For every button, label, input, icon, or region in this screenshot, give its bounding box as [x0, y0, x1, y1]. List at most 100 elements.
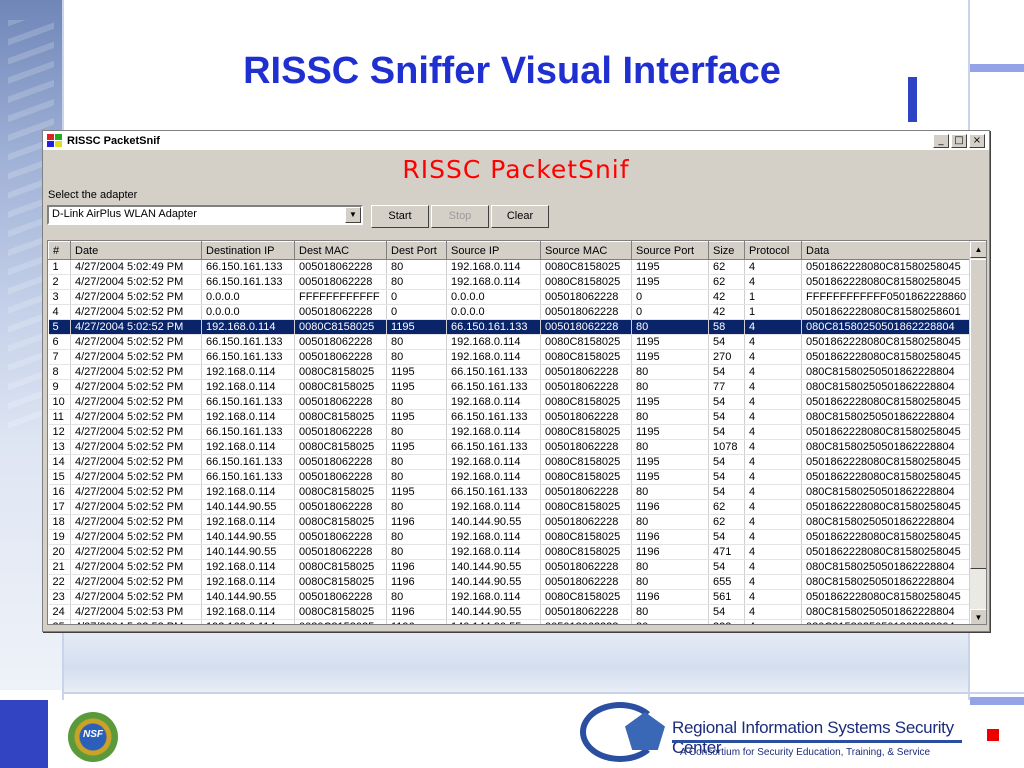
column-header[interactable]: Dest MAC: [294, 241, 387, 260]
table-cell: 1196: [631, 529, 709, 545]
table-cell: 005018062228: [294, 424, 387, 440]
stop-button[interactable]: Stop: [431, 205, 489, 228]
column-header[interactable]: Date: [70, 241, 202, 260]
table-row[interactable]: 10 4/27/2004 5:02:52 PM 66.150.161.133 0050…: [48, 394, 970, 410]
table-row[interactable]: 7 4/27/2004 5:02:52 PM 66.150.161.133 00501…: [48, 349, 970, 365]
nsf-logo: NSF: [68, 712, 118, 762]
table-row[interactable]: 16 4/27/2004 5:02:52 PM 192.168.0.114 0080C…: [48, 484, 970, 500]
table-cell: 0080C8158025: [294, 379, 387, 395]
table-cell: 192.168.0.114: [201, 619, 295, 624]
table-cell: 080C81580250501862228804: [801, 364, 970, 380]
table-cell: 80: [631, 619, 709, 624]
table-cell: 0501862228080C81580258045: [801, 334, 970, 350]
table-cell: 1196: [386, 604, 447, 620]
table-cell: 192.168.0.114: [201, 379, 295, 395]
table-row[interactable]: 23 4/27/2004 5:02:52 PM 140.144.90.55 00501…: [48, 589, 970, 605]
table-cell: 80: [386, 529, 447, 545]
slide-background-bottom: [62, 632, 970, 692]
table-row[interactable]: 15 4/27/2004 5:02:52 PM 66.150.161.133 0050…: [48, 469, 970, 485]
table-row[interactable]: 22 4/27/2004 5:02:52 PM 192.168.0.114 0080C…: [48, 574, 970, 590]
table-cell: 1195: [631, 349, 709, 365]
table-cell: 80: [631, 574, 709, 590]
table-cell: 66.150.161.133: [201, 424, 295, 440]
dropdown-arrow-icon[interactable]: ▼: [345, 207, 361, 223]
slide-accent-bar-bottom-right: [970, 697, 1024, 705]
scroll-thumb[interactable]: [970, 259, 986, 569]
scroll-up-icon[interactable]: ▲: [970, 241, 986, 258]
table-cell: 192.168.0.114: [201, 319, 295, 335]
clear-button[interactable]: Clear: [491, 205, 549, 228]
table-cell: 0080C8158025: [294, 484, 387, 500]
table-cell: 005018062228: [540, 604, 632, 620]
table-cell: 1195: [631, 394, 709, 410]
table-cell: 471: [708, 544, 745, 560]
column-header[interactable]: Dest Port: [386, 241, 447, 260]
column-header[interactable]: Protocol: [744, 241, 802, 260]
minimize-button[interactable]: _: [933, 133, 949, 148]
table-cell: 192.168.0.114: [201, 514, 295, 530]
table-cell: 4: [744, 379, 802, 395]
adapter-select[interactable]: D-Link AirPlus WLAN Adapter ▼: [47, 205, 363, 225]
slide-title: RISSC Sniffer Visual Interface: [243, 50, 781, 92]
column-header[interactable]: Data: [801, 241, 970, 260]
table-cell: 4: [744, 484, 802, 500]
close-button[interactable]: ×: [969, 133, 985, 148]
table-cell: 4/27/2004 5:02:52 PM: [70, 484, 202, 500]
table-cell: 0080C8158025: [294, 364, 387, 380]
table-cell: 1196: [386, 559, 447, 575]
table-cell: 655: [708, 574, 745, 590]
window-titlebar[interactable]: RISSC PacketSnif _ □ ×: [43, 131, 989, 151]
table-row[interactable]: 14 4/27/2004 5:02:52 PM 66.150.161.133 0050…: [48, 454, 970, 470]
table-cell: 005018062228: [540, 304, 632, 320]
column-header[interactable]: Destination IP: [201, 241, 295, 260]
scroll-down-icon[interactable]: ▼: [970, 609, 986, 624]
table-cell: 005018062228: [540, 574, 632, 590]
table-cell: 192.168.0.114: [201, 409, 295, 425]
table-row[interactable]: 12 4/27/2004 5:02:52 PM 66.150.161.133 0050…: [48, 424, 970, 440]
table-row[interactable]: 13 4/27/2004 5:02:52 PM 192.168.0.114 0080C…: [48, 439, 970, 455]
start-button[interactable]: Start: [371, 205, 429, 228]
table-row[interactable]: 254/27/2004 5:02:53 PM192.168.0.1140080C…: [48, 619, 970, 624]
table-cell: 0080C8158025: [294, 319, 387, 335]
table-cell: 1195: [631, 454, 709, 470]
table-row[interactable]: 4 4/27/2004 5:02:52 PM 0.0.0.0 005018062228…: [48, 304, 970, 320]
table-cell: 1196: [631, 544, 709, 560]
table-cell: 54: [708, 394, 745, 410]
table-row[interactable]: 17 4/27/2004 5:02:52 PM 140.144.90.55 00501…: [48, 499, 970, 515]
table-row[interactable]: 21 4/27/2004 5:02:52 PM 192.168.0.114 0080C…: [48, 559, 970, 575]
table-cell: 4/27/2004 5:02:52 PM: [70, 274, 202, 290]
table-row[interactable]: 11 4/27/2004 5:02:52 PM 192.168.0.114 0080C…: [48, 409, 970, 425]
table-row[interactable]: 5 4/27/2004 5:02:52 PM 192.168.0.114 0080C8…: [48, 319, 970, 335]
table-cell: 4: [744, 499, 802, 515]
column-header[interactable]: Source IP: [446, 241, 541, 260]
column-header[interactable]: Size: [708, 241, 745, 260]
table-cell: FFFFFFFFFFFF0501862228860: [801, 289, 970, 305]
table-row[interactable]: 20 4/27/2004 5:02:52 PM 140.144.90.55 00501…: [48, 544, 970, 560]
table-cell: 54: [708, 424, 745, 440]
table-cell: 54: [708, 604, 745, 620]
vertical-scrollbar[interactable]: ▲ ▼: [969, 241, 986, 624]
table-row[interactable]: 2 4/27/2004 5:02:52 PM 66.150.161.133 00501…: [48, 274, 970, 290]
column-header[interactable]: Source Port: [631, 241, 709, 260]
table-cell: 66.150.161.133: [201, 469, 295, 485]
table-row[interactable]: 8 4/27/2004 5:02:52 PM 192.168.0.114 0080C8…: [48, 364, 970, 380]
table-row[interactable]: 6 4/27/2004 5:02:52 PM 66.150.161.133 00501…: [48, 334, 970, 350]
maximize-button[interactable]: □: [951, 133, 967, 148]
table-cell: 0501862228080C81580258045: [801, 349, 970, 365]
table-cell: 80: [386, 589, 447, 605]
table-row[interactable]: 24 4/27/2004 5:02:53 PM 192.168.0.114 0080C…: [48, 604, 970, 620]
table-row[interactable]: 9 4/27/2004 5:02:52 PM 192.168.0.114 0080C8…: [48, 379, 970, 395]
table-cell: 1195: [631, 469, 709, 485]
packet-table: # Date Destination IP Dest MAC Dest Port Sour…: [48, 241, 970, 624]
table-cell: 270: [708, 349, 745, 365]
column-header[interactable]: #: [48, 241, 71, 260]
table-row[interactable]: 1 4/27/2004 5:02:49 PM 66.150.161.133 00501…: [48, 259, 970, 275]
table-cell: 4/27/2004 5:02:52 PM: [70, 574, 202, 590]
packet-grid[interactable]: # Date Destination IP Dest MAC Dest Port Sour…: [47, 240, 987, 625]
table-cell: 66.150.161.133: [446, 409, 541, 425]
column-header[interactable]: Source MAC: [540, 241, 632, 260]
table-row[interactable]: 3 4/27/2004 5:02:52 PM 0.0.0.0 FFFFFFFFFFFF…: [48, 289, 970, 305]
table-row[interactable]: 18 4/27/2004 5:02:52 PM 192.168.0.114 0080C…: [48, 514, 970, 530]
table-row[interactable]: 19 4/27/2004 5:02:52 PM 140.144.90.55 00501…: [48, 529, 970, 545]
table-cell: 0080C8158025: [540, 259, 632, 275]
